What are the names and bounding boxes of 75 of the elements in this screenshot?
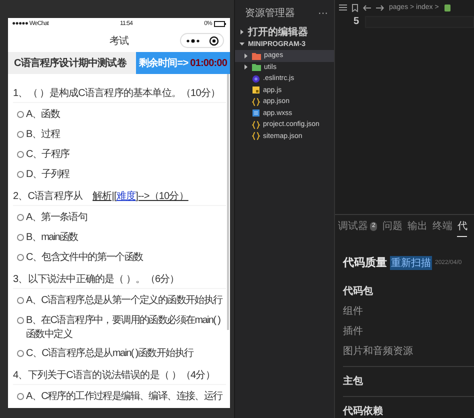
question-text: 2、C语言程序从 (13, 190, 83, 203)
file-icon (444, 4, 451, 12)
json-file-icon (252, 98, 260, 106)
capsule-button[interactable] (180, 33, 224, 48)
back-arrow-icon[interactable] (363, 4, 371, 11)
tab-label: 问题 (382, 220, 402, 233)
panel-tab[interactable]: 输出 (407, 215, 428, 237)
radio-button[interactable] (17, 317, 24, 324)
option-label: C、包含文件中的第一个函数 (26, 251, 143, 265)
category-item: 组件 (343, 305, 364, 318)
expanded-caret-icon[interactable] (239, 41, 245, 47)
report-title: 代码质量 (343, 256, 387, 270)
js-file-icon (252, 86, 260, 94)
question-score: ]-->（10分） (136, 190, 188, 203)
explorer-title: 资源管理器 (245, 7, 295, 20)
radio-button[interactable] (17, 393, 24, 400)
rescan-link[interactable]: 重新扫描 (390, 256, 432, 270)
category-item: 插件 (343, 325, 364, 338)
collapsed-caret-icon[interactable] (243, 64, 249, 70)
nav-title: 考试 (109, 34, 129, 48)
battery-icon (214, 21, 226, 27)
option-label: B、过程 (26, 128, 60, 142)
tab-label: 调试器 (338, 220, 368, 233)
list-icon[interactable] (339, 4, 347, 12)
timer-label: 剩余时间=> (138, 56, 188, 70)
bookmark-icon[interactable] (352, 4, 358, 12)
tab-label: 代 (457, 220, 468, 232)
option-label: C、C语言程序总是从main( )函数开始执行 (26, 347, 194, 361)
category-item: 图片和音频资源 (343, 344, 414, 358)
question-text: 1、（ ）是构成C语言程序的基本单位。（10分） (13, 86, 220, 100)
panel-tab[interactable]: 代 (457, 215, 468, 237)
panel-tab[interactable]: 终端 (432, 215, 452, 237)
answer-blank: 解析|[ (92, 190, 116, 203)
radio-button[interactable] (17, 131, 24, 138)
panel-tab[interactable]: 问题 (382, 215, 402, 237)
target-icon[interactable] (208, 36, 218, 46)
section-heading: 代码包 (343, 284, 374, 298)
style-file-icon (252, 109, 260, 118)
radio-button[interactable] (17, 171, 24, 178)
collapsed-caret-icon[interactable] (243, 52, 249, 59)
section-title: 打开的编辑器 (248, 26, 308, 39)
section-heading: 代码依赖 (343, 404, 384, 418)
question-text: 3、以下说法中正确的是（ ）。（6分） (13, 272, 180, 286)
question-text: 4、下列关于C语言的说法错误的是（ ）（4分） (13, 368, 215, 382)
option-label: B、在C语言程序中，要调用的函数必须在main( )函数中定义 (26, 314, 222, 342)
option-label: C、子程序 (26, 148, 70, 162)
radio-button[interactable] (17, 234, 24, 241)
more-button[interactable]: ··· (318, 8, 328, 18)
radio-button[interactable] (17, 297, 24, 304)
section-header[interactable]: 打开的编辑器 (235, 26, 334, 38)
option-label: D、子列程 (26, 168, 70, 182)
tab-label: 输出 (407, 220, 428, 233)
option-label: A、C程序的工作过程是编辑、编译、连接、运行 (26, 390, 222, 404)
option-label: A、C语言程序总是从第一个定义的函数开始执行 (26, 294, 222, 308)
json-file-icon (252, 120, 260, 129)
collapsed-caret-icon[interactable] (239, 29, 245, 35)
json-file-icon (252, 132, 260, 140)
option-label: B、main函数 (26, 231, 78, 245)
difficulty-link[interactable]: 难度 (116, 189, 136, 203)
radio-button[interactable] (17, 214, 24, 221)
eslint-file-icon (252, 74, 260, 83)
section-heading: 主包 (343, 374, 364, 388)
radio-button[interactable] (17, 111, 24, 118)
more-icon[interactable] (186, 38, 200, 42)
option-label: A、第一条语句 (26, 211, 88, 225)
line-number: 5 (352, 16, 360, 28)
radio-button[interactable] (17, 350, 24, 357)
forward-arrow-icon[interactable] (376, 4, 384, 11)
exam-title: C语言程序设计期中测试卷 (8, 52, 136, 74)
timer-value: 01:00:00 (190, 58, 227, 68)
option-label: A、函数 (26, 108, 60, 122)
scrollbar[interactable] (227, 74, 229, 330)
tab-label: 终端 (432, 220, 452, 233)
radio-button[interactable] (17, 151, 24, 158)
radio-button[interactable] (17, 254, 24, 261)
